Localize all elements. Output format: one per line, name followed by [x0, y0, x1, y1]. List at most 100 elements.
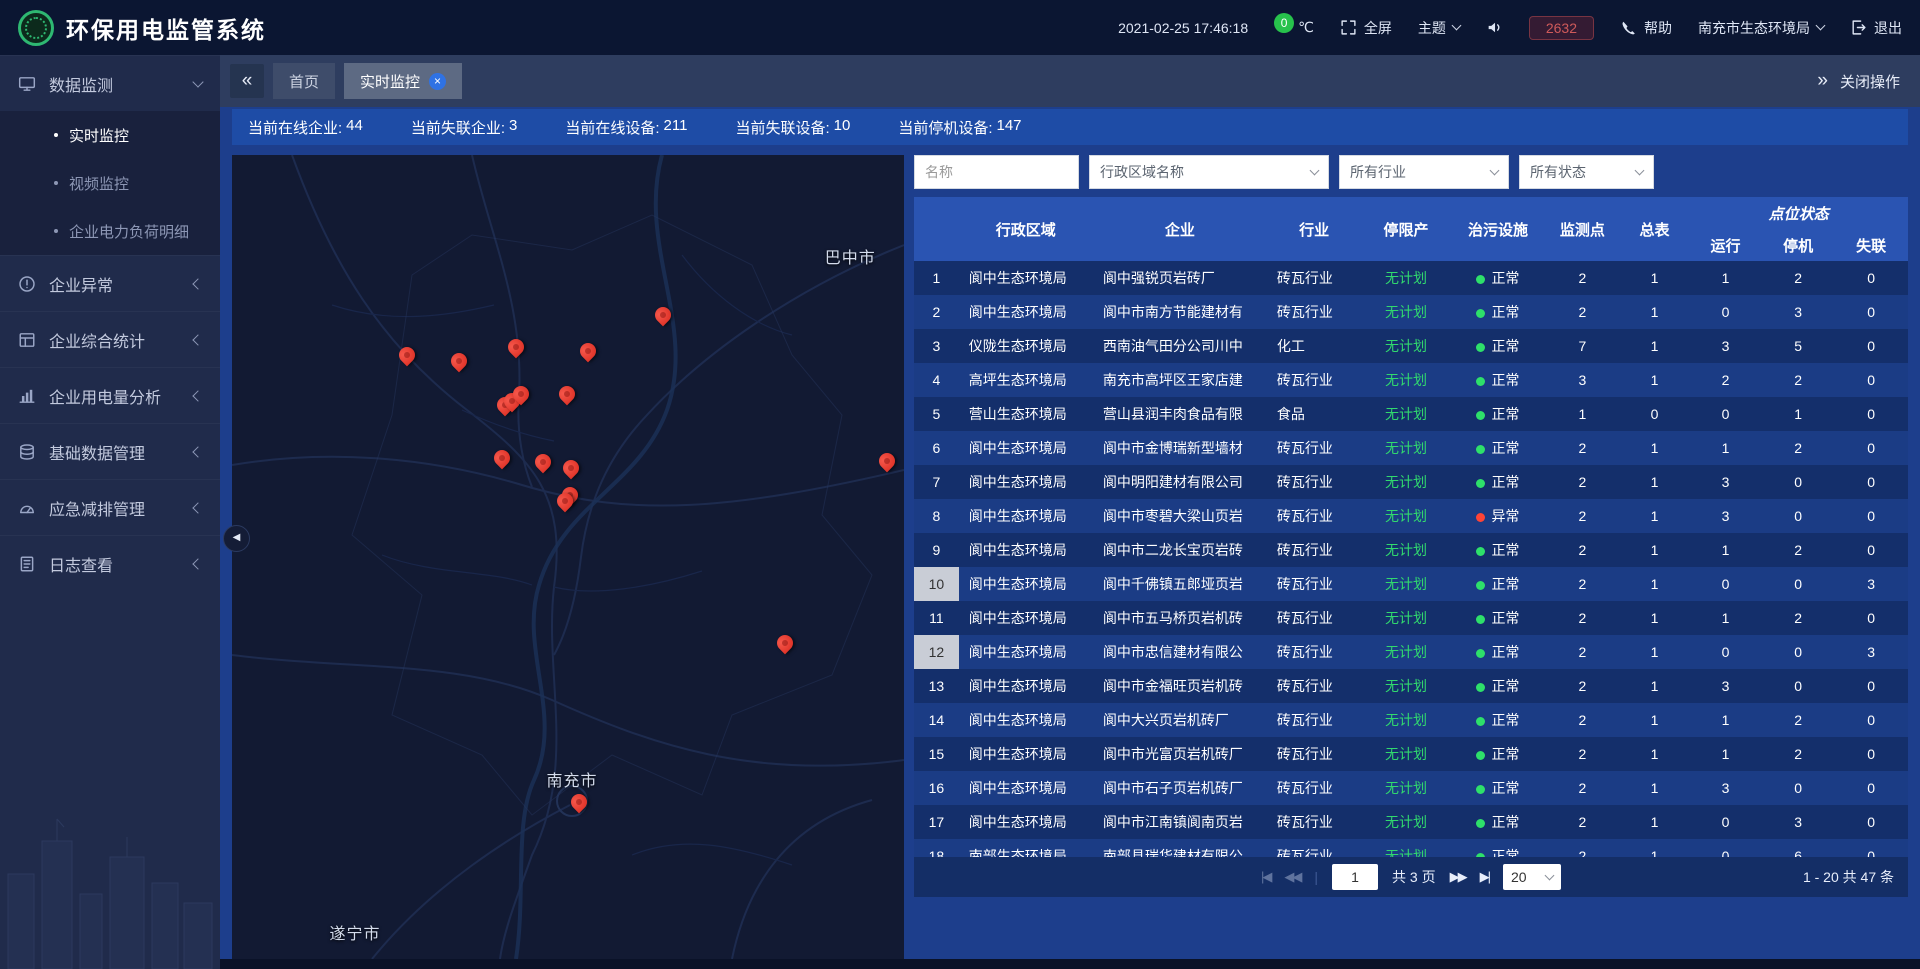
- table-row[interactable]: 9阆中生态环境局阆中市二龙长宝页岩砖砖瓦行业无计划正常21120: [914, 533, 1908, 567]
- tab-home[interactable]: 首页: [273, 63, 335, 99]
- next-page-button[interactable]: ▶▶: [1450, 869, 1466, 885]
- table-row[interactable]: 11阆中生态环境局阆中市五马桥页岩机砖砖瓦行业无计划正常21120: [914, 601, 1908, 635]
- table-row[interactable]: 16阆中生态环境局阆中市石子页岩机砖厂砖瓦行业无计划正常21300: [914, 771, 1908, 805]
- alert-count-badge[interactable]: 2632: [1529, 16, 1594, 40]
- sidebar-item-log-view[interactable]: 日志查看: [0, 535, 220, 591]
- table-row[interactable]: 13阆中生态环境局阆中市金福旺页岩机砖砖瓦行业无计划正常21300: [914, 669, 1908, 703]
- stats-bar: 当前在线企业: 44当前失联企业: 3当前在线设备: 211当前失联设备: 10…: [232, 109, 1908, 145]
- status-text: 正常: [1491, 270, 1519, 286]
- table-row[interactable]: 17阆中生态环境局阆中市江南镇阆南页岩砖瓦行业无计划正常21030: [914, 805, 1908, 839]
- table-row[interactable]: 7阆中生态环境局阆中明阳建材有限公司砖瓦行业无计划正常21300: [914, 465, 1908, 499]
- sidebar-item-power-analysis[interactable]: 企业用电量分析: [0, 367, 220, 423]
- name-filter-input[interactable]: [914, 155, 1079, 189]
- row-industry: 砖瓦行业: [1267, 533, 1361, 567]
- row-meters: 0: [1620, 397, 1690, 431]
- row-facility-status: 正常: [1451, 533, 1545, 567]
- chevron-left-icon: [192, 502, 203, 513]
- sidebar-item-enterprise-stats[interactable]: 企业综合统计: [0, 311, 220, 367]
- stat-item-4: 当前失联设备: 10: [735, 117, 850, 138]
- app-logo-icon: [18, 10, 54, 46]
- table-row[interactable]: 8阆中生态环境局阆中市枣碧大梁山页岩砖瓦行业无计划异常21300: [914, 499, 1908, 533]
- sidebar-item-base-data[interactable]: 基础数据管理: [0, 423, 220, 479]
- close-icon[interactable]: ×: [429, 73, 446, 90]
- row-stopped: 2: [1762, 363, 1835, 397]
- sidebar-item-enterprise-abnormal[interactable]: 企业异常: [0, 255, 220, 311]
- help-label: 帮助: [1644, 18, 1672, 38]
- row-company: 西南油气田分公司川中: [1093, 329, 1267, 363]
- row-meters: 1: [1620, 601, 1690, 635]
- content-column: « 首页实时监控× » 关闭操作 当前在线企业: 44当前失联企业: 3当前在线…: [220, 55, 1920, 959]
- tab-realtime[interactable]: 实时监控×: [344, 63, 462, 99]
- page-size-select[interactable]: 20: [1503, 864, 1561, 890]
- col-stopped: 停机: [1762, 229, 1835, 261]
- col-plan: 停限产: [1361, 197, 1450, 261]
- row-facility-status: 正常: [1451, 601, 1545, 635]
- theme-dropdown[interactable]: 主题: [1418, 18, 1460, 38]
- org-dropdown[interactable]: 南充市生态环境局: [1698, 18, 1824, 38]
- sidebar-item-power-load-detail[interactable]: 企业电力负荷明细: [0, 207, 220, 255]
- stat-item-5: 当前停机设备: 147: [898, 117, 1021, 138]
- prev-page-button[interactable]: ◀◀: [1284, 869, 1300, 885]
- row-index: 4: [914, 363, 959, 397]
- status-text: 异常: [1491, 508, 1519, 524]
- chevron-left-icon: [192, 334, 203, 345]
- sidebar-item-emergency-reduction[interactable]: 应急减排管理: [0, 479, 220, 535]
- first-page-button[interactable]: |◀: [1261, 869, 1270, 885]
- row-region: 阆中生态环境局: [959, 567, 1093, 601]
- status-ok-dot: [1476, 819, 1485, 828]
- page-input[interactable]: [1332, 864, 1378, 890]
- col-meters: 总表: [1620, 197, 1690, 261]
- table-row[interactable]: 3仪陇生态环境局西南油气田分公司川中化工无计划正常71350: [914, 329, 1908, 363]
- row-region: 营山生态环境局: [959, 397, 1093, 431]
- row-meters: 1: [1620, 295, 1690, 329]
- row-index: 5: [914, 397, 959, 431]
- row-company: 阆中市五马桥页岩机砖: [1093, 601, 1267, 635]
- total-pages-label: 共 3 页: [1392, 867, 1436, 887]
- row-lost: 0: [1834, 261, 1908, 295]
- table-row[interactable]: 5营山生态环境局营山县润丰肉食品有限食品无计划正常10010: [914, 397, 1908, 431]
- status-filter-select[interactable]: 所有状态: [1519, 155, 1654, 189]
- row-industry: 砖瓦行业: [1267, 703, 1361, 737]
- table-row[interactable]: 2阆中生态环境局阆中市南方节能建材有砖瓦行业无计划正常21030: [914, 295, 1908, 329]
- status-ok-dot: [1476, 411, 1485, 420]
- help-button[interactable]: 帮助: [1620, 18, 1672, 38]
- fullscreen-button[interactable]: 全屏: [1340, 18, 1392, 38]
- tabs-scroll-left-button[interactable]: «: [230, 64, 264, 98]
- table-row[interactable]: 12阆中生态环境局阆中市忠信建材有限公砖瓦行业无计划正常21003: [914, 635, 1908, 669]
- table-row[interactable]: 15阆中生态环境局阆中市光富页岩机砖厂砖瓦行业无计划正常21120: [914, 737, 1908, 771]
- col-facility: 治污设施: [1451, 197, 1545, 261]
- row-points: 2: [1545, 737, 1620, 771]
- table-row[interactable]: 14阆中生态环境局阆中大兴页岩机砖厂砖瓦行业无计划正常21120: [914, 703, 1908, 737]
- table-row[interactable]: 18南部生态环境局南部县瑞华建材有限公砖瓦行业无计划正常21060: [914, 839, 1908, 857]
- collapse-panel-button[interactable]: ◀: [223, 525, 250, 552]
- sidebar-item-realtime-monitor[interactable]: 实时监控: [0, 111, 220, 159]
- row-index: 10: [914, 567, 959, 601]
- tabs-scroll-right-icon[interactable]: »: [1817, 70, 1828, 92]
- sidebar-item-video-monitor[interactable]: 视频监控: [0, 159, 220, 207]
- status-ok-dot: [1476, 615, 1485, 624]
- row-plan: 无计划: [1361, 669, 1450, 703]
- row-index: 8: [914, 499, 959, 533]
- map-panel[interactable]: 巴中市南充市遂宁市: [232, 155, 904, 959]
- industry-filter-select[interactable]: 所有行业: [1339, 155, 1509, 189]
- chevron-left-icon: ◀: [233, 533, 241, 543]
- region-filter-select[interactable]: 行政区域名称: [1089, 155, 1329, 189]
- table-row[interactable]: 10阆中生态环境局阆中千佛镇五郎垭页岩砖瓦行业无计划正常21003: [914, 567, 1908, 601]
- table-row[interactable]: 6阆中生态环境局阆中市金博瑞新型墙材砖瓦行业无计划正常21120: [914, 431, 1908, 465]
- status-text: 正常: [1491, 848, 1519, 857]
- row-industry: 砖瓦行业: [1267, 261, 1361, 295]
- right-panel: 行政区域名称 所有行业 所有状态: [914, 155, 1908, 897]
- speaker-icon[interactable]: [1486, 19, 1503, 36]
- row-company: 阆中市南方节能建材有: [1093, 295, 1267, 329]
- row-lost: 0: [1834, 805, 1908, 839]
- status-ok-dot: [1476, 309, 1485, 318]
- last-page-button[interactable]: ▶|: [1480, 869, 1489, 885]
- close-operations[interactable]: » 关闭操作: [1817, 70, 1910, 92]
- table-row[interactable]: 4高坪生态环境局南充市高坪区王家店建砖瓦行业无计划正常31220: [914, 363, 1908, 397]
- table-row[interactable]: 1阆中生态环境局阆中强锐页岩砖厂砖瓦行业无计划正常21120: [914, 261, 1908, 295]
- row-facility-status: 正常: [1451, 465, 1545, 499]
- sidebar-item-data-monitor[interactable]: 数据监测: [0, 55, 220, 111]
- row-points: 1: [1545, 397, 1620, 431]
- logout-button[interactable]: 退出: [1850, 18, 1902, 38]
- row-plan: 无计划: [1361, 329, 1450, 363]
